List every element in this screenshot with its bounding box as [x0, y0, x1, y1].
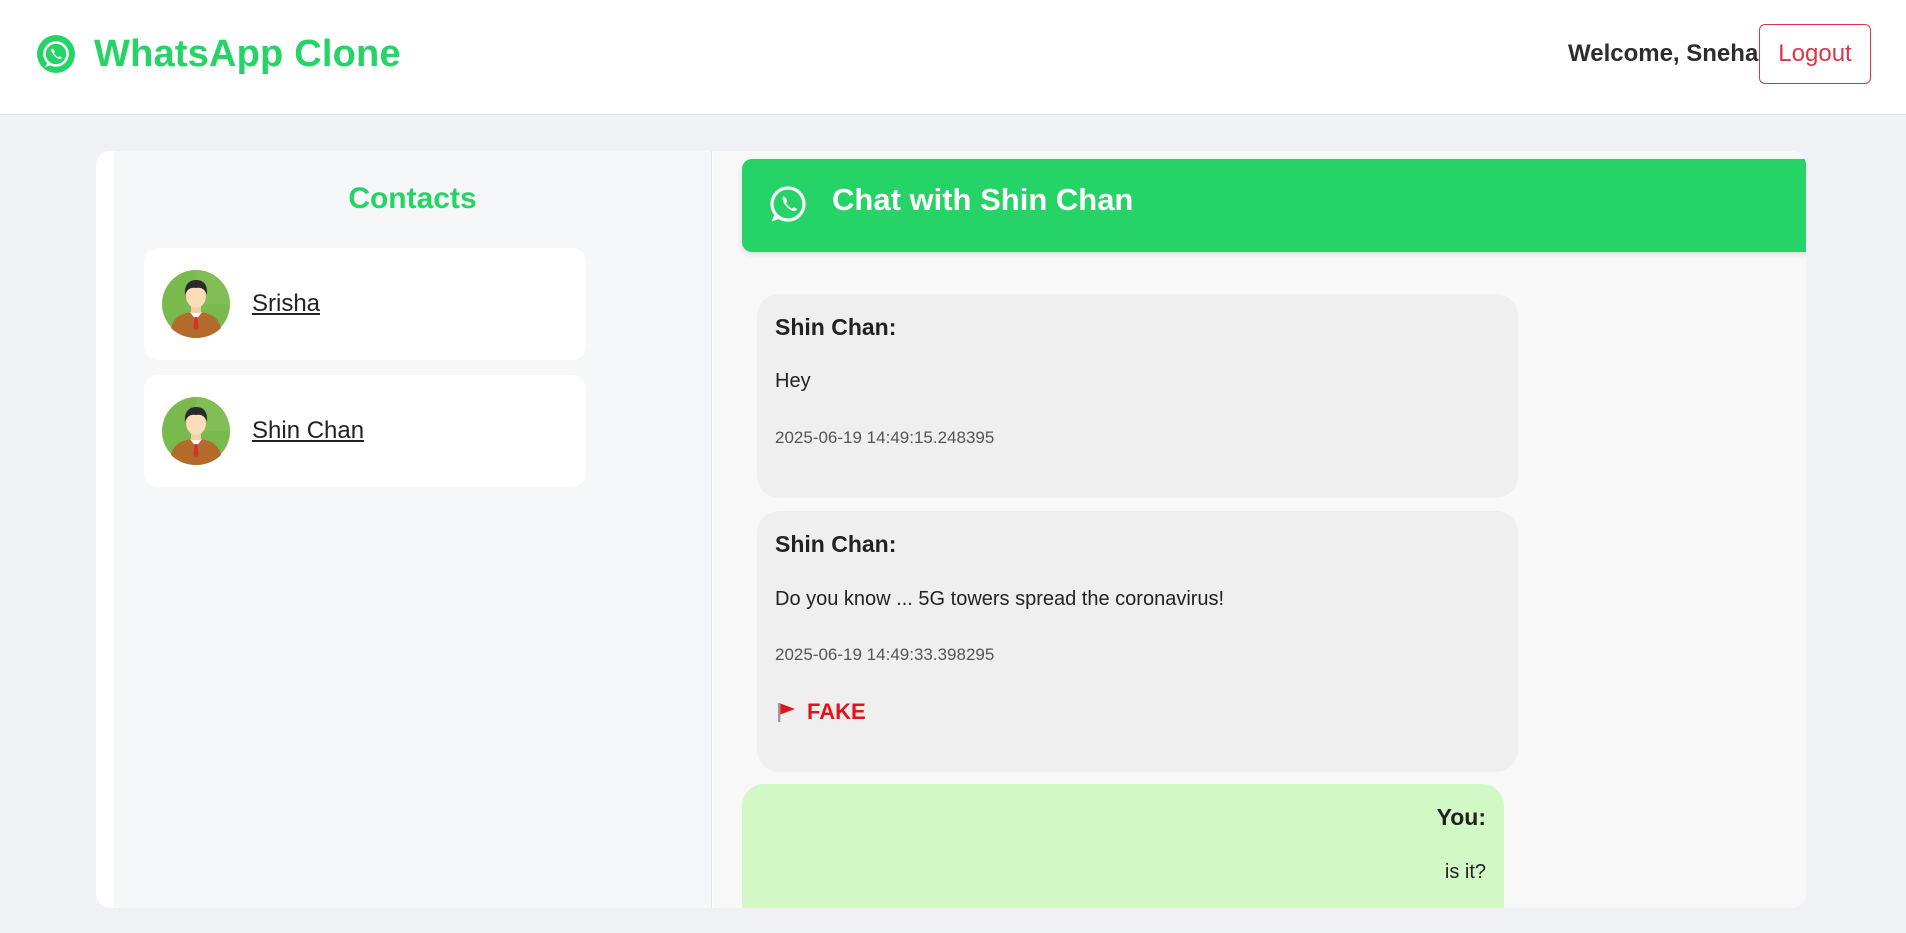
message-bubble-received: Shin Chan: Hey 2025-06-19 14:49:15.24839…	[757, 294, 1518, 498]
contact-item-shin-chan[interactable]: Shin Chan	[144, 375, 586, 487]
message-text: is it?	[1444, 861, 1486, 883]
contact-item-srisha[interactable]: Srisha	[144, 248, 586, 360]
contacts-panel: Contacts Srisha Shin Chan	[114, 151, 712, 908]
chat-panel: Chat with Shin Chan Shin Chan: Hey 2025-…	[713, 151, 1806, 908]
top-navbar: WhatsApp Clone Welcome, Sneha Logout	[0, 0, 1906, 115]
contacts-title: Contacts	[348, 182, 477, 215]
chat-header: Chat with Shin Chan	[742, 159, 1806, 252]
contact-name-link[interactable]: Srisha	[252, 290, 320, 318]
red-flag-icon	[778, 703, 795, 722]
welcome-text: Welcome, Sneha	[1568, 40, 1759, 67]
message-timestamp: 2025-06-19 14:49:33.398295	[775, 645, 995, 664]
message-sender: You:	[1436, 804, 1486, 830]
fake-news-flag: FAKE	[775, 699, 866, 725]
user-avatar-icon	[162, 397, 230, 465]
message-bubble-received: Shin Chan: Do you know ... 5G towers spr…	[757, 511, 1518, 772]
whatsapp-icon	[770, 186, 806, 222]
logout-button[interactable]: Logout	[1759, 24, 1871, 84]
message-sender: Shin Chan:	[775, 314, 897, 340]
message-timestamp: 2025-06-19 14:49:15.248395	[775, 428, 995, 447]
main-card: Contacts Srisha Shin Chan Chat with Shin…	[96, 151, 1806, 908]
message-text: Do you know ... 5G towers spread the cor…	[775, 588, 1225, 610]
user-avatar-icon	[162, 270, 230, 338]
message-bubble-sent: You: is it?	[742, 784, 1504, 908]
message-text: Hey	[775, 370, 811, 392]
chat-title: Chat with Shin Chan	[832, 182, 1134, 217]
app-title: WhatsApp Clone	[94, 32, 401, 75]
brand[interactable]: WhatsApp Clone	[36, 30, 401, 78]
flag-label: FAKE	[807, 699, 866, 724]
contact-name-link[interactable]: Shin Chan	[252, 417, 364, 445]
whatsapp-logo-icon	[37, 35, 75, 73]
message-sender: Shin Chan:	[775, 531, 897, 557]
